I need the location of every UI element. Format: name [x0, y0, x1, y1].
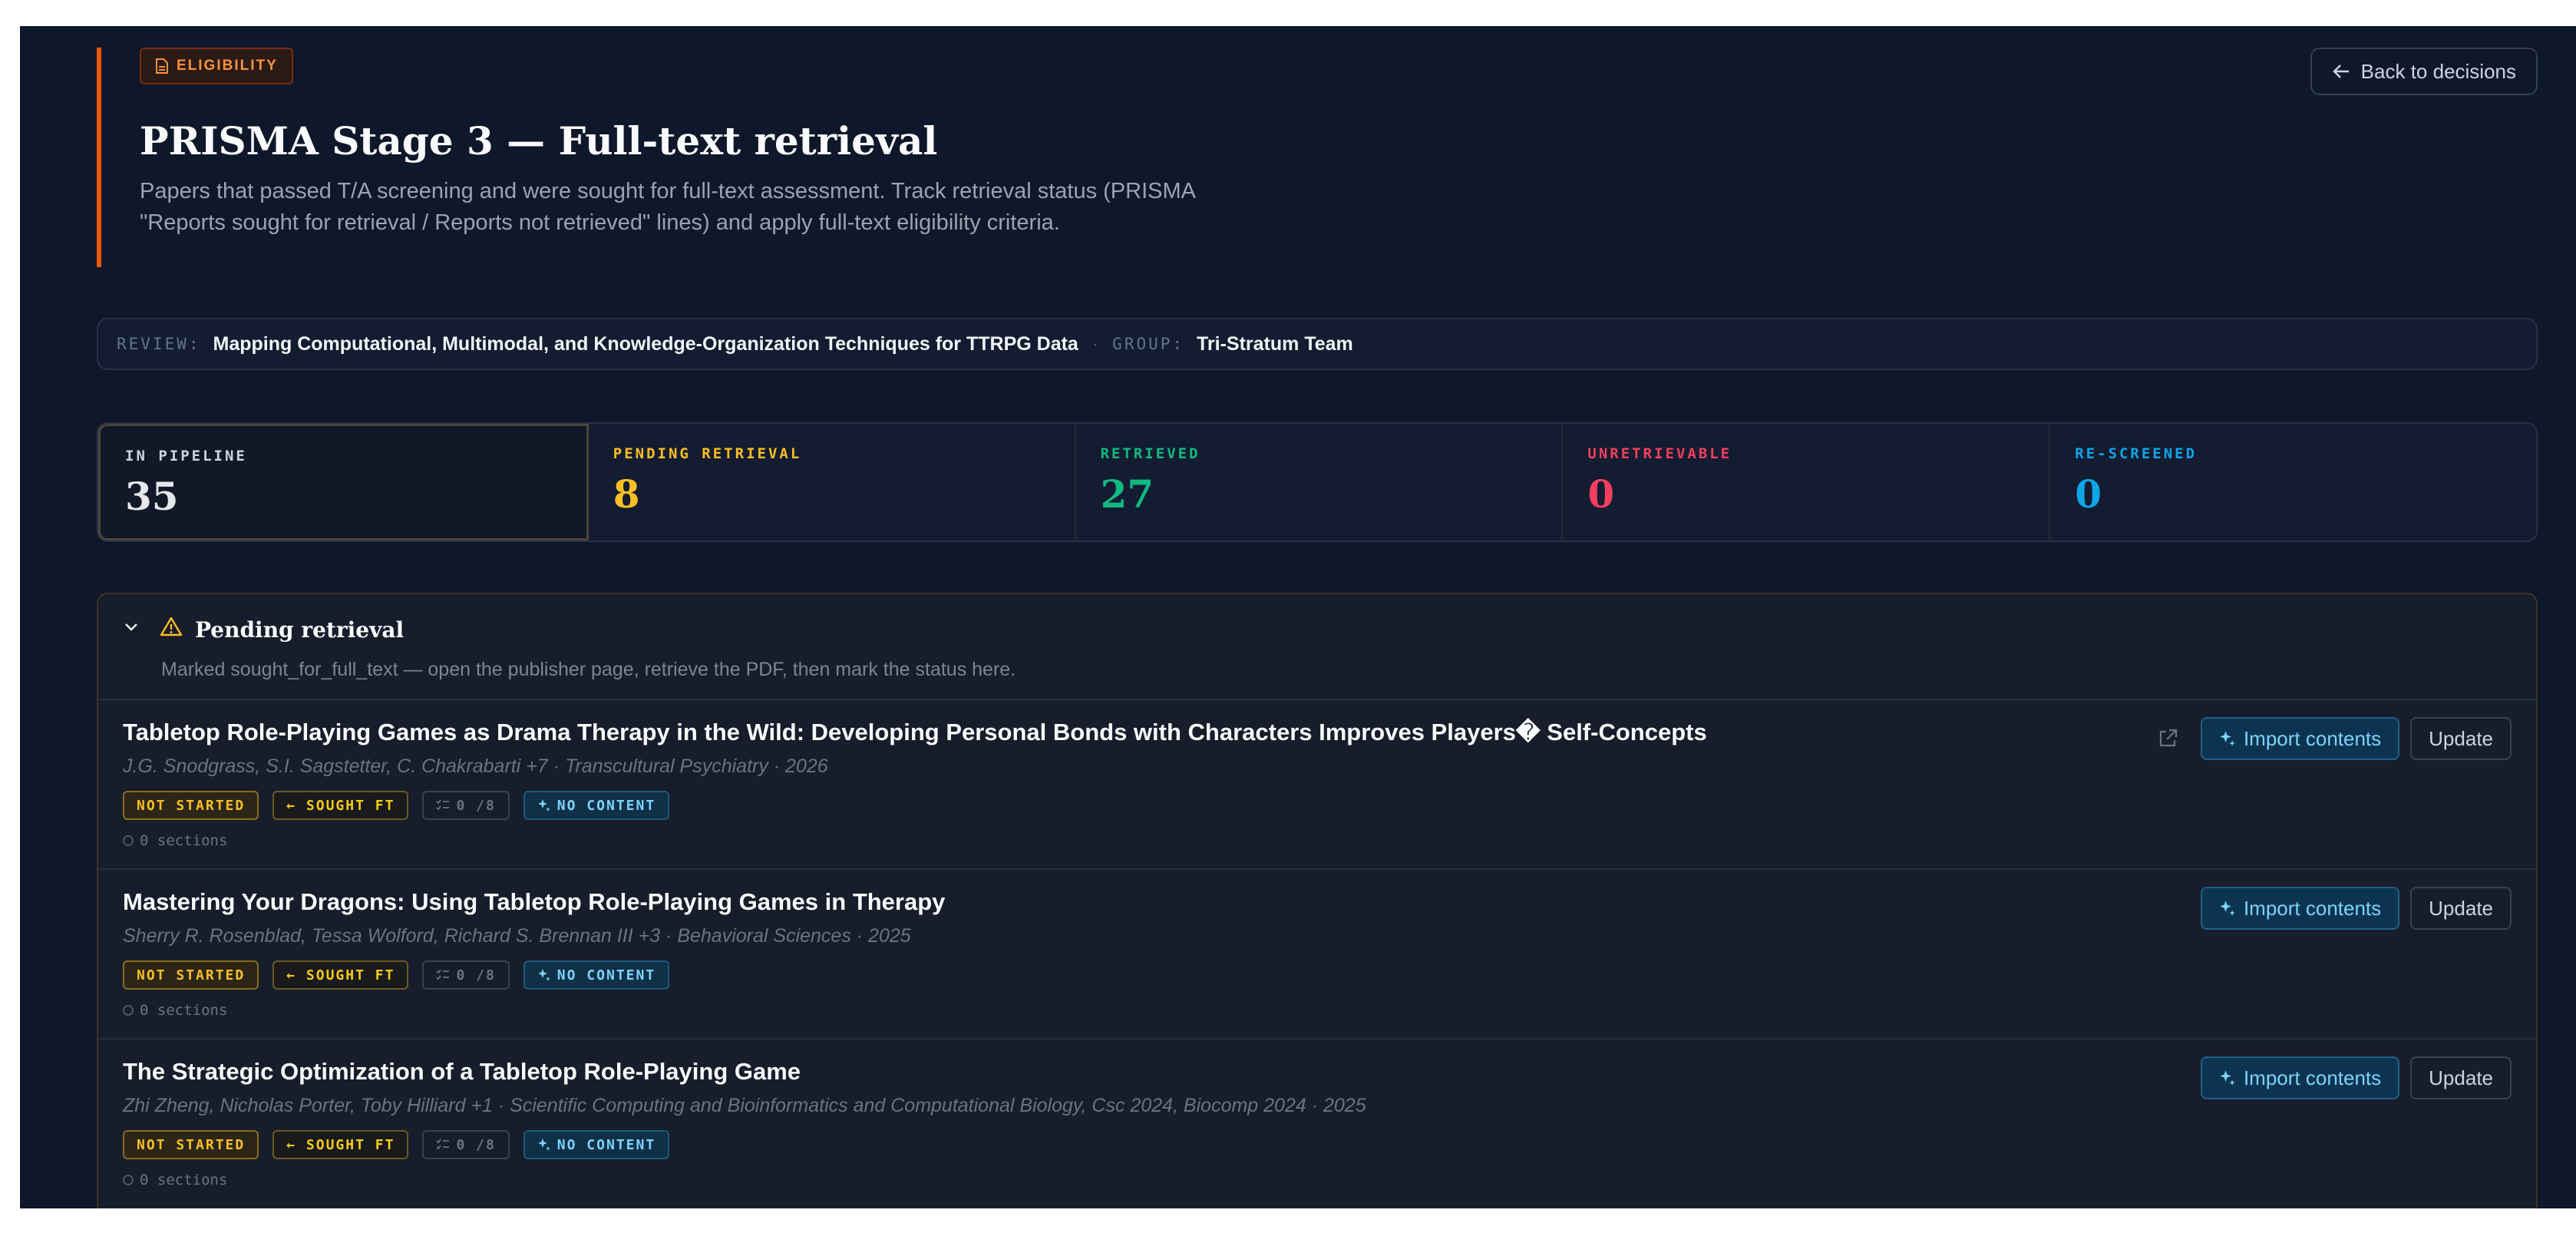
review-label: REVIEW: [117, 335, 201, 353]
group-name: Tri-Stratum Team [1197, 332, 1353, 355]
separator: · [1091, 332, 1099, 355]
stat-label: UNRETRIEVABLE [1587, 445, 1732, 462]
stat-value: 8 [613, 471, 640, 517]
criteria-count-chip: 0 /8 [422, 960, 510, 990]
sought-ft-chip: ← SOUGHT FT [272, 791, 409, 820]
status-not-started-chip: NOT STARTED [123, 1130, 259, 1159]
stat-value: 35 [125, 474, 179, 519]
sections-count: 0 sections [123, 1002, 227, 1019]
no-content-chip: NO CONTENT [523, 960, 670, 990]
criteria-count: 0 /8 [456, 967, 496, 983]
status-chips: NOT STARTED ← SOUGHT FT 0 /8 NO CONTENT [123, 791, 670, 820]
checklist-icon [436, 799, 450, 811]
stat-retrieved[interactable]: RETRIEVED 27 [1076, 424, 1564, 540]
circle-icon [123, 1005, 134, 1016]
status-not-started-chip: NOT STARTED [123, 960, 259, 990]
import-contents-button[interactable]: Import contents [2200, 887, 2400, 930]
circle-icon [123, 1175, 134, 1185]
arrow-left-icon [2332, 64, 2349, 78]
document-icon [156, 58, 168, 74]
import-contents-label: Import contents [2243, 1066, 2382, 1089]
warning-icon [160, 616, 183, 636]
stats-panel: IN PIPELINE 35 PENDING RETRIEVAL 8 RETRI… [97, 422, 2538, 542]
paper-row: Mastering Your Dragons: Using Tabletop R… [98, 870, 2536, 1040]
update-button[interactable]: Update [2410, 887, 2512, 930]
no-content-label: NO CONTENT [556, 1136, 656, 1153]
update-button[interactable]: Update [2410, 1056, 2512, 1099]
pending-retrieval-subtitle: Marked sought_for_full_text — open the p… [161, 659, 1016, 680]
checklist-icon [436, 1139, 450, 1150]
paper-meta: Sherry R. Rosenblad, Tessa Wolford, Rich… [123, 925, 911, 947]
page-description: Papers that passed T/A screening and wer… [140, 179, 1195, 235]
review-name: Mapping Computational, Multimodal, and K… [213, 332, 1078, 355]
paper-row: Tabletop Role-Playing Games as Drama The… [98, 700, 2536, 870]
sought-ft-chip: ← SOUGHT FT [272, 1130, 409, 1159]
external-link-icon[interactable] [2150, 721, 2185, 756]
stat-re-screened[interactable]: RE-SCREENED 0 [2050, 424, 2536, 540]
import-contents-label: Import contents [2243, 896, 2382, 920]
page-header: ELIGIBILITY PRISMA Stage 3 — Full-text r… [97, 48, 1248, 267]
eligibility-badge-label: ELIGIBILITY [177, 58, 278, 74]
sections-count: 0 sections [123, 832, 227, 849]
pending-retrieval-title: Pending retrieval [195, 617, 405, 643]
stat-label: RETRIEVED [1100, 445, 1200, 462]
page-title: PRISMA Stage 3 — Full-text retrieval [140, 118, 938, 164]
criteria-count-chip: 0 /8 [422, 1130, 510, 1159]
stat-label: RE-SCREENED [2075, 445, 2198, 462]
eligibility-badge: ELIGIBILITY [140, 48, 293, 84]
circle-icon [123, 835, 134, 846]
no-content-label: NO CONTENT [556, 797, 656, 814]
sparkles-icon [2220, 1070, 2235, 1086]
stat-value: 0 [1587, 471, 1615, 517]
paper-title[interactable]: The Strategic Optimization of a Tabletop… [123, 1058, 801, 1086]
stat-pending-retrieval[interactable]: PENDING RETRIEVAL 8 [589, 424, 1076, 540]
paper-title[interactable]: Mastering Your Dragons: Using Tabletop R… [123, 888, 945, 916]
stat-unretrievable[interactable]: UNRETRIEVABLE 0 [1563, 424, 2051, 540]
group-label: GROUP: [1112, 335, 1185, 353]
pending-retrieval-panel: Pending retrieval Marked sought_for_full… [97, 593, 2538, 1208]
sparkles-icon [2220, 731, 2235, 746]
sections-label: 0 sections [140, 1172, 228, 1188]
sparkles-icon [2220, 901, 2235, 916]
paper-row: The Strategic Optimization of a Tabletop… [98, 1040, 2536, 1208]
status-chips: NOT STARTED ← SOUGHT FT 0 /8 NO CONTENT [123, 1130, 670, 1159]
review-context-bar: REVIEW: Mapping Computational, Multimoda… [97, 318, 2538, 370]
row-actions: Import contents Update [2200, 1056, 2512, 1099]
import-contents-button[interactable]: Import contents [2200, 1056, 2400, 1099]
status-not-started-chip: NOT STARTED [123, 791, 259, 820]
sections-label: 0 sections [140, 1002, 228, 1019]
chevron-down-icon[interactable] [121, 617, 141, 637]
sought-ft-chip: ← SOUGHT FT [272, 960, 409, 990]
sections-label: 0 sections [140, 832, 228, 849]
checklist-icon [436, 969, 450, 980]
sections-count: 0 sections [123, 1172, 227, 1188]
row-actions: Import contents Update [2200, 887, 2512, 930]
stat-value: 27 [1100, 471, 1154, 517]
criteria-count: 0 /8 [456, 797, 496, 814]
pending-retrieval-header[interactable]: Pending retrieval Marked sought_for_full… [98, 594, 2536, 700]
paper-meta: J.G. Snodgrass, S.I. Sagstetter, C. Chak… [123, 755, 828, 777]
import-contents-label: Import contents [2243, 726, 2382, 750]
stat-label: PENDING RETRIEVAL [613, 445, 802, 462]
sparkles-icon [537, 969, 550, 981]
no-content-label: NO CONTENT [556, 967, 656, 983]
paper-meta: Zhi Zheng, Nicholas Porter, Toby Hilliar… [123, 1095, 1366, 1116]
update-button[interactable]: Update [2410, 717, 2512, 760]
criteria-count-chip: 0 /8 [422, 791, 510, 820]
stat-value: 0 [2075, 471, 2102, 517]
paper-title[interactable]: Tabletop Role-Playing Games as Drama The… [123, 719, 1707, 746]
no-content-chip: NO CONTENT [523, 1130, 670, 1159]
status-chips: NOT STARTED ← SOUGHT FT 0 /8 NO CONTENT [123, 960, 670, 990]
sparkles-icon [537, 799, 550, 812]
stat-in-pipeline[interactable]: IN PIPELINE 35 [98, 424, 589, 540]
back-button-label: Back to decisions [2360, 59, 2516, 83]
stat-label: IN PIPELINE [125, 448, 247, 464]
app-window: ELIGIBILITY PRISMA Stage 3 — Full-text r… [20, 26, 2576, 1208]
import-contents-button[interactable]: Import contents [2200, 717, 2400, 760]
no-content-chip: NO CONTENT [523, 791, 670, 820]
sparkles-icon [537, 1139, 550, 1151]
back-to-decisions-button[interactable]: Back to decisions [2310, 48, 2538, 95]
criteria-count: 0 /8 [456, 1136, 496, 1153]
row-actions: Import contents Update [2150, 717, 2512, 760]
